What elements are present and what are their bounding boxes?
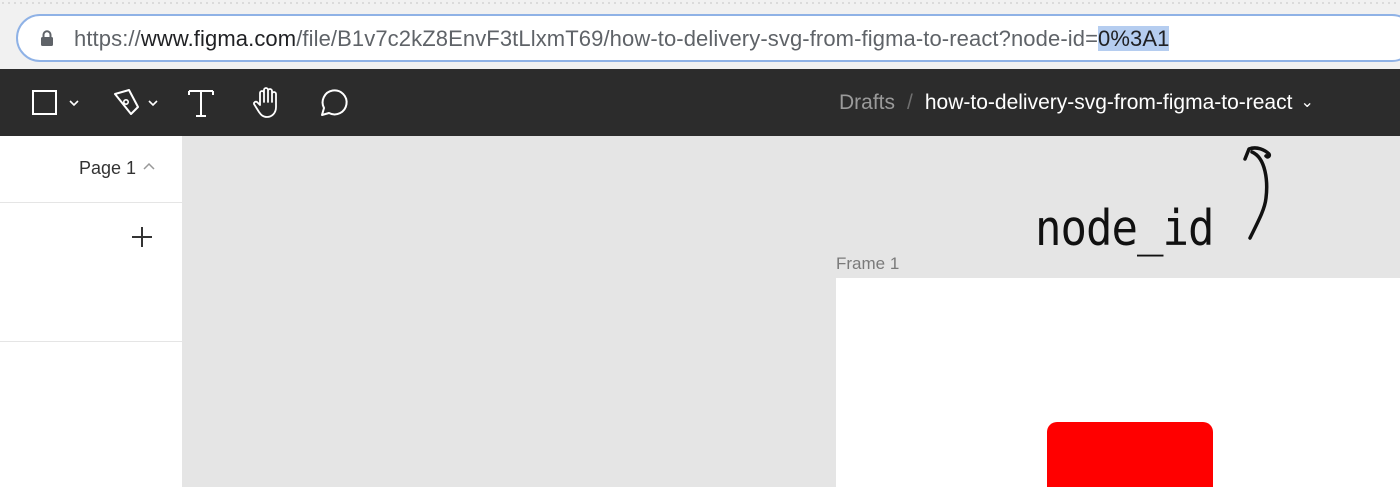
- breadcrumb-file-name[interactable]: how-to-delivery-svg-from-figma-to-react: [925, 88, 1293, 118]
- hand-tool-button[interactable]: [250, 85, 286, 121]
- comment-tool-button[interactable]: [316, 85, 352, 121]
- url-text[interactable]: https://www.figma.com/file/B1v7c2kZ8EnvF…: [74, 25, 1170, 53]
- url-path: /file/B1v7c2kZ8EnvF3tLlxmT69/how-to-deli…: [296, 26, 1099, 51]
- design-canvas[interactable]: Frame 1 node_id: [182, 136, 1400, 487]
- curved-arrow-icon: [1243, 146, 1271, 240]
- frame-tool-button[interactable]: [30, 85, 86, 121]
- frame-rectangle-icon: [32, 90, 79, 115]
- chevron-up-icon: [143, 162, 155, 170]
- pen-tool-button[interactable]: [110, 85, 166, 121]
- comment-icon: [321, 89, 348, 116]
- add-page-icon[interactable]: [131, 226, 153, 248]
- url-scheme: https://: [74, 26, 141, 51]
- red-rectangle[interactable]: [1047, 422, 1213, 487]
- browser-chrome: https://www.figma.com/file/B1v7c2kZ8EnvF…: [0, 0, 1400, 69]
- frame-label[interactable]: Frame 1: [836, 254, 899, 274]
- file-breadcrumb: Drafts / how-to-delivery-svg-from-figma-…: [839, 88, 1314, 118]
- page-label: Page 1: [78, 158, 136, 178]
- text-tool-button[interactable]: [186, 85, 216, 121]
- pages-list: [0, 204, 182, 342]
- frame-1[interactable]: [836, 278, 1400, 487]
- url-host: www.figma.com: [140, 26, 297, 51]
- node-id-annotation: node_id: [1035, 200, 1214, 258]
- breadcrumb-drafts[interactable]: Drafts: [839, 88, 895, 118]
- tab-strip-edge: [0, 0, 1400, 8]
- text-icon: [188, 90, 214, 117]
- pen-icon: [114, 89, 158, 115]
- hand-icon: [253, 87, 277, 118]
- chevron-down-icon[interactable]: ⌄: [1300, 88, 1313, 118]
- figma-toolbar: Drafts / how-to-delivery-svg-from-figma-…: [0, 69, 1400, 136]
- page-selector[interactable]: Page 1: [0, 136, 182, 203]
- lock-icon: [41, 30, 53, 46]
- address-bar[interactable]: https://www.figma.com/file/B1v7c2kZ8EnvF…: [16, 14, 1400, 62]
- layers-panel: Page 1: [0, 136, 182, 487]
- breadcrumb-separator: /: [907, 91, 913, 114]
- url-selected-node-id: 0%3A1: [1098, 26, 1170, 51]
